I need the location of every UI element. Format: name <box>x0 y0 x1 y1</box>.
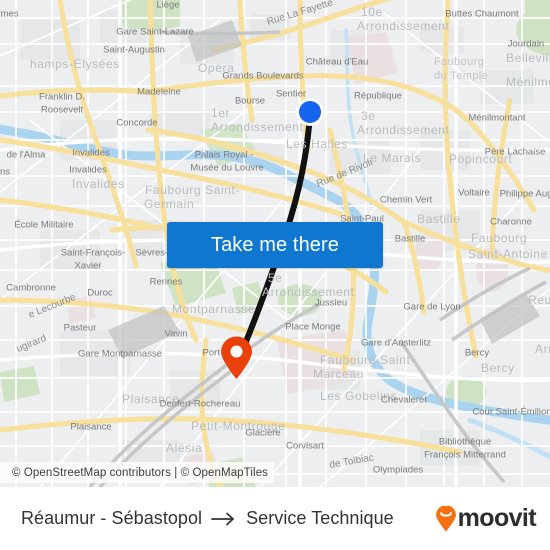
map-label: Château d'Eau <box>306 57 369 68</box>
map-label: Bastille <box>395 234 426 245</box>
map-label: rmes <box>0 9 19 20</box>
map-label: 1er <box>211 106 230 120</box>
route-summary: Réaumur - Sébastopol Service Technique <box>21 508 435 529</box>
map-label: Glacière <box>245 428 280 439</box>
moovit-route-screen: Liège Gare Saint-Lazare Saint-Augustin hamp… <box>0 0 550 550</box>
map-label: Faubourg Saint- <box>145 183 240 197</box>
map-label: Plaisance <box>70 422 111 433</box>
map-label: Ménilmontant <box>468 113 525 124</box>
map-label: Invalides <box>72 177 125 191</box>
map-label: Invalides <box>69 165 107 176</box>
map-label: Les Halles <box>286 137 348 151</box>
map-label: Père Lachaise <box>485 147 546 158</box>
map-label: Faubourg <box>434 56 484 68</box>
map-label: Rennes <box>150 277 183 288</box>
moovit-pin-icon <box>435 505 456 531</box>
moovit-logo[interactable]: moovit <box>435 504 537 532</box>
map-label: Charonne <box>490 217 532 228</box>
map-label: 5e <box>268 271 283 285</box>
arrow-right-icon <box>211 512 235 525</box>
map-label: Saint-François- <box>61 248 125 259</box>
origin-dot-marker[interactable] <box>294 96 326 128</box>
take-me-there-button[interactable]: Take me there <box>167 222 383 268</box>
map-label: Gare de Lyon <box>403 302 460 313</box>
cta-label: Take me there <box>210 233 340 256</box>
map-label: Invalides <box>72 148 110 159</box>
map-label: Germain <box>144 197 194 211</box>
map-label: Gare d'Austerlitz <box>361 338 431 349</box>
map-label: République <box>354 91 402 102</box>
route-destination-label: Service Technique <box>246 508 394 528</box>
map-label: Jussieu <box>315 298 347 309</box>
map-label: Franklin D. <box>39 92 85 103</box>
map-label: Duroc <box>87 288 113 299</box>
map-label: Arrondissement <box>357 123 450 137</box>
map-label: Gare Saint-Lazare <box>116 27 194 38</box>
map-label: Ménilmontant <box>506 75 550 89</box>
map-label: Voltaire <box>458 188 490 199</box>
map-label: Philippe Aug <box>500 189 550 200</box>
map-label: Vavin <box>164 329 187 340</box>
footer-bar: Réaumur - Sébastopol Service Technique m… <box>0 487 550 550</box>
map-label: de l'Alma <box>7 150 46 161</box>
map-canvas[interactable]: Liège Gare Saint-Lazare Saint-Augustin hamp… <box>0 0 550 487</box>
attribution-text: © OpenStreetMap contributors | © OpenMap… <box>12 466 269 479</box>
map-label: Bercy <box>481 361 515 375</box>
map-label: Faubourg <box>471 231 527 245</box>
map-label: Cambronne <box>6 283 56 294</box>
map-label: Arron <box>535 342 550 356</box>
map-label: Arrondissement <box>357 19 450 33</box>
map-label: Madeleine <box>137 87 181 98</box>
destination-pin-marker[interactable] <box>220 336 253 380</box>
map-label: François Mitterrand <box>424 450 506 461</box>
map-label: Corvisart <box>286 441 324 452</box>
map-label: Alésia <box>166 441 202 455</box>
map-label: Denfert-Rochereau <box>160 399 241 410</box>
map-attribution: © OpenStreetMap contributors | © OpenMap… <box>0 462 275 483</box>
map-label: Cour Saint-Émilion <box>472 407 550 418</box>
map-label: Gare Montparnasse <box>78 349 162 360</box>
map-label: Chevaleret <box>381 395 427 406</box>
map-label: Saint-Antoine <box>468 247 548 261</box>
map-label: hamps-Elysées <box>30 57 120 71</box>
moovit-wordmark: moovit <box>457 504 537 532</box>
map-label: Xavier <box>75 261 102 272</box>
route-origin-label: Réaumur - Sébastopol <box>21 508 203 528</box>
map-label: Liège <box>156 0 179 11</box>
map-label: 10e <box>361 5 383 19</box>
map-label: Pasteur <box>64 323 97 334</box>
map-label: Chemin Vert <box>380 195 433 206</box>
map-label: Palais Royal - <box>195 150 254 161</box>
map-label: Olympiades <box>373 465 423 476</box>
map-label: Bastille <box>417 212 460 226</box>
map-label: Buttes Chaumont <box>445 9 519 20</box>
map-label: Place Monge <box>285 322 340 333</box>
map-label: Reuilly <box>528 293 550 307</box>
map-label: Bercy <box>465 348 490 359</box>
map-label: Saint-Augustin <box>103 45 165 56</box>
map-label: Marceau <box>313 367 364 381</box>
map-label: Grands Boulevards <box>222 71 304 82</box>
map-label: Musée du Louvre <box>190 163 263 174</box>
map-label: Concorde <box>116 118 157 129</box>
map-label: 3e <box>361 109 376 123</box>
map-label: Montparnasse <box>172 302 255 316</box>
map-label: École Militaire <box>14 220 73 231</box>
map-label: Bibliothèque <box>439 437 491 448</box>
map-label: ns <box>0 167 10 178</box>
map-label: Faubourg Saint- <box>320 353 415 367</box>
map-label: Bourse <box>235 96 265 107</box>
map-label: Jourdain <box>508 39 544 50</box>
map-label: Roosevelt <box>41 105 84 116</box>
map-label: du Temple <box>434 70 488 82</box>
map-label: Arrondissement <box>211 120 304 134</box>
map-label: Belleville <box>506 51 550 65</box>
